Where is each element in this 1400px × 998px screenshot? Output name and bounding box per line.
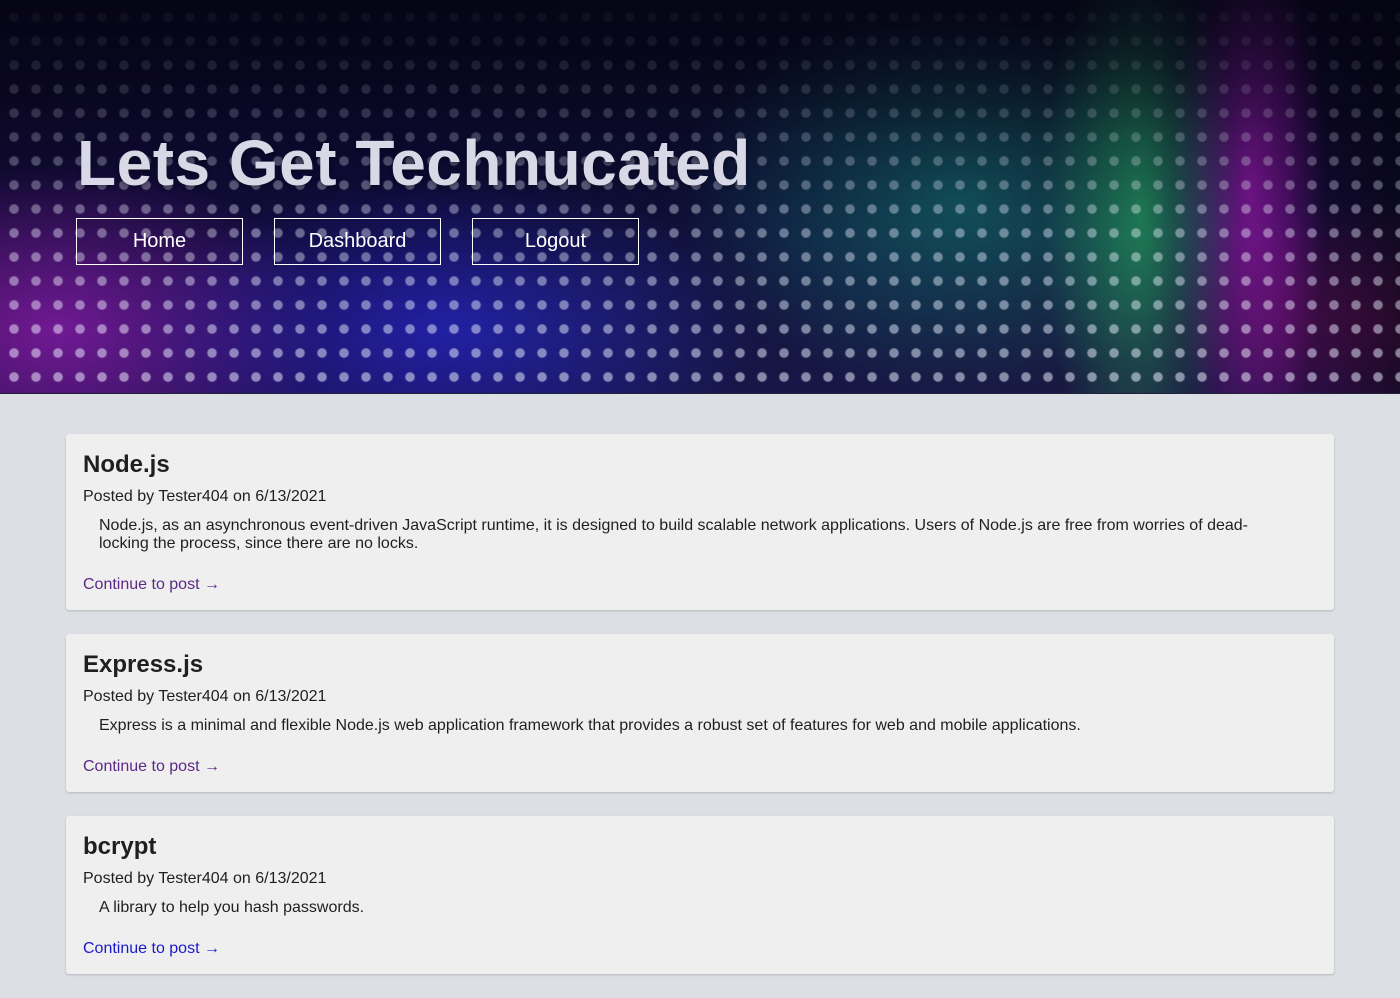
continue-to-post-link[interactable]: Continue to post → xyxy=(83,758,220,776)
post-meta: Posted by Tester404 on 6/13/2021 xyxy=(83,688,327,705)
post-list: Node.js Posted by Tester404 on 6/13/2021… xyxy=(66,434,1334,998)
hero-banner: Lets Get Technucated Home Dashboard Logo… xyxy=(0,0,1400,394)
post-meta: Posted by Tester404 on 6/13/2021 xyxy=(83,870,327,887)
nav-home-button[interactable]: Home xyxy=(76,218,243,265)
nav-logout-button[interactable]: Logout xyxy=(472,218,639,265)
post-excerpt: A library to help you hash passwords. xyxy=(99,899,365,916)
post-card: bcrypt Posted by Tester404 on 6/13/2021 … xyxy=(66,816,1334,974)
continue-to-post-link[interactable]: Continue to post → xyxy=(83,940,220,958)
post-title: bcrypt xyxy=(83,833,157,860)
post-meta: Posted by Tester404 on 6/13/2021 xyxy=(83,488,327,505)
post-title: Node.js xyxy=(83,451,170,478)
nav-dashboard-button[interactable]: Dashboard xyxy=(274,218,441,265)
main-nav: Home Dashboard Logout xyxy=(76,218,639,265)
continue-to-post-link[interactable]: Continue to post → xyxy=(83,576,220,594)
post-card: Express.js Posted by Tester404 on 6/13/2… xyxy=(66,634,1334,792)
site-title: Lets Get Technucated xyxy=(77,127,751,199)
post-excerpt: Node.js, as an asynchronous event-driven… xyxy=(99,517,1249,552)
post-title: Express.js xyxy=(83,651,204,678)
post-card: Node.js Posted by Tester404 on 6/13/2021… xyxy=(66,434,1334,610)
post-excerpt: Express is a minimal and flexible Node.j… xyxy=(99,717,1081,734)
